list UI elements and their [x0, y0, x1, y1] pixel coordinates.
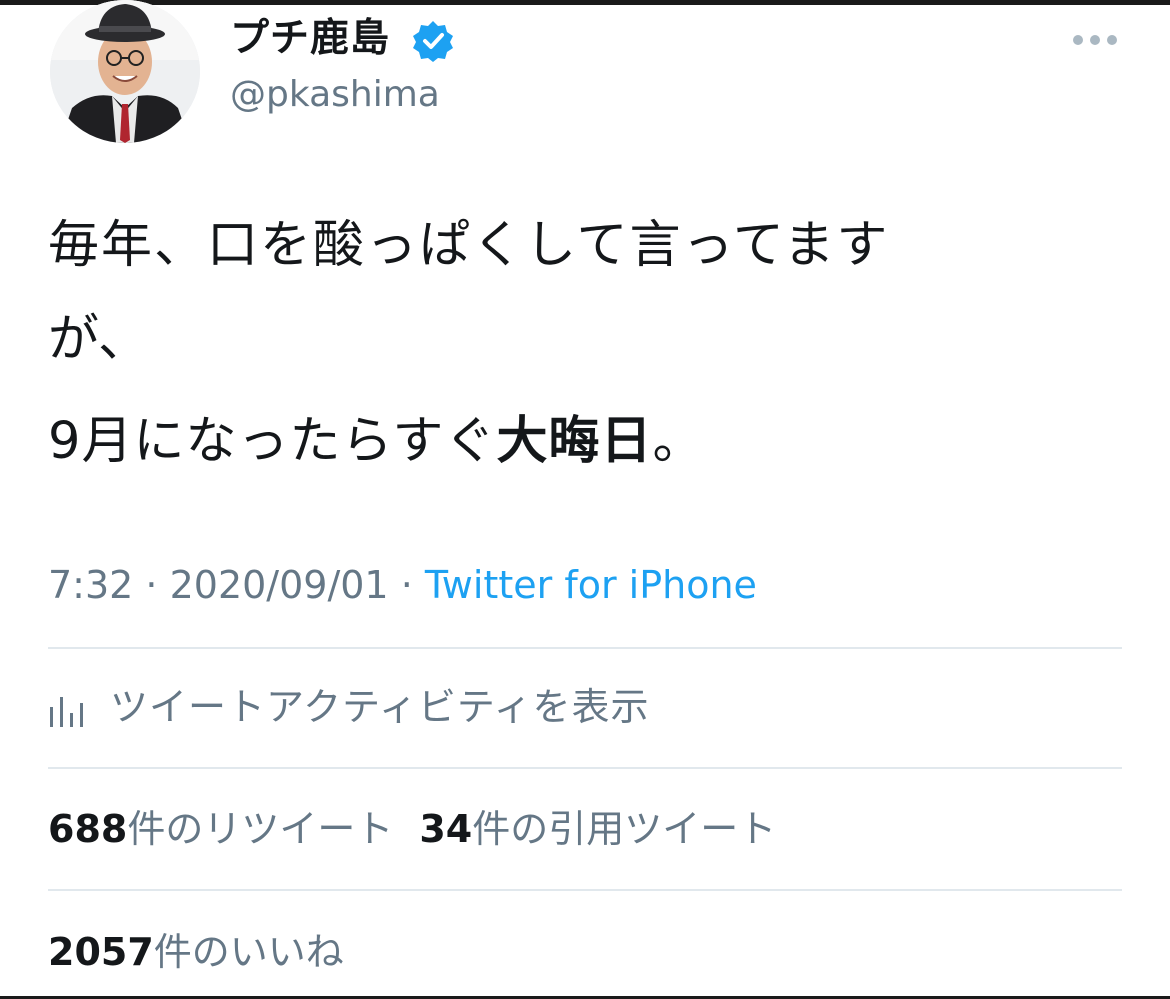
user-handle[interactable]: @pkashima	[230, 72, 440, 118]
activity-label: ツイートアクティビティを表示	[110, 685, 650, 729]
top-border	[0, 0, 1170, 5]
quote-tweets-label: 件の引用ツイート	[472, 807, 777, 851]
retweets-stat[interactable]: 688件のリツイート	[48, 797, 393, 861]
likes-count: 2057	[48, 930, 154, 974]
tweet-meta: 7:32 · 2020/09/01 · Twitter for iPhone	[48, 560, 757, 610]
likes-stat[interactable]: 2057件のいいね	[48, 920, 344, 984]
divider	[48, 767, 1122, 769]
verified-badge-icon	[413, 21, 453, 62]
divider	[48, 889, 1122, 891]
tweet-text-line: 毎年、口を酸っぱくして言ってます	[48, 216, 890, 275]
tweet-date[interactable]: 2020/09/01	[170, 563, 389, 607]
tweet-text-segment: 9月になったらすぐ	[48, 412, 497, 471]
divider	[48, 647, 1122, 649]
tweet-source-link[interactable]: Twitter for iPhone	[425, 563, 757, 607]
quote-tweets-stat[interactable]: 34件の引用ツイート	[419, 797, 776, 861]
tweet-text-bold: 大晦日	[496, 412, 653, 471]
tweet-time[interactable]: 7:32	[48, 563, 133, 607]
analytics-icon	[50, 697, 83, 727]
meta-separator: ·	[388, 563, 425, 607]
avatar[interactable]	[50, 0, 200, 143]
retweets-label: 件のリツイート	[127, 807, 394, 851]
retweets-count: 688	[48, 807, 128, 851]
tweet-text-segment: 。	[652, 412, 705, 471]
quote-tweets-count: 34	[419, 807, 473, 851]
tweet-text-line: 9月になったらすぐ大晦日。	[48, 410, 704, 474]
view-tweet-activity-button[interactable]: ツイートアクティビティを表示	[48, 675, 848, 739]
engagement-stats: 688件のリツイート 34件の引用ツイート	[48, 797, 802, 861]
likes-label: 件のいいね	[153, 930, 344, 974]
meta-separator: ·	[133, 563, 170, 607]
display-name[interactable]: プチ鹿島	[230, 14, 390, 64]
tweet-text-line: が、	[48, 310, 149, 369]
more-options-icon[interactable]	[1070, 32, 1120, 48]
